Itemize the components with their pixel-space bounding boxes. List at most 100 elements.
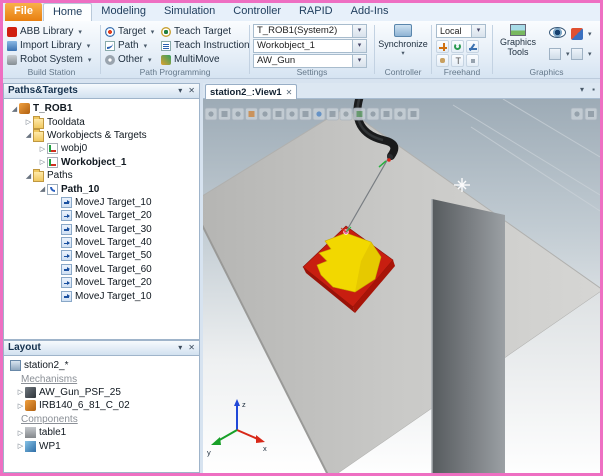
expand-arrow[interactable]: ◢ [24, 131, 33, 139]
expand-arrow[interactable]: ▷ [38, 145, 47, 153]
robotstudio-window: File Home Modeling Simulation Controller… [0, 0, 603, 476]
folder-icon [33, 115, 44, 129]
paths-tree: ◢ T_ROB1 ▷ Tooldata ◢ Workobjects & Targ… [3, 99, 200, 340]
abb-library-button[interactable]: ABB Library [7, 25, 82, 38]
table-leg[interactable] [432, 199, 505, 473]
part-icon [25, 440, 36, 452]
layers-icon [549, 47, 561, 60]
expand-arrow[interactable]: ▷ [16, 402, 25, 410]
graphics-tools-button[interactable]: Graphics Tools [495, 24, 541, 57]
workobject-icon [47, 156, 58, 168]
tree-item-paths[interactable]: ◢ Paths [4, 169, 199, 183]
layout-tree: station2_* Mechanisms ▷ AW_Gun_PSF_25 ▷ … [3, 356, 200, 473]
expand-arrow[interactable]: ◢ [38, 185, 47, 193]
tool-select[interactable]: AW_Gun [253, 54, 367, 68]
task-select[interactable]: T_ROB1(System2) [253, 24, 367, 38]
tree-item-wobj0[interactable]: ▷ wobj0 [4, 142, 199, 155]
paint-icon [571, 27, 583, 40]
path-button[interactable]: Path [105, 39, 147, 52]
expand-arrow[interactable]: ◢ [10, 105, 19, 113]
abb-icon [7, 26, 17, 37]
freehand-jog-joint-icon[interactable] [466, 40, 479, 53]
group-graphics: Graphics Tools Graphics [493, 21, 600, 78]
tree-item-move-instruction[interactable]: MoveL Target_60 [4, 263, 199, 276]
tree-item-t-rob1[interactable]: ◢ T_ROB1 [4, 102, 199, 115]
synchronize-button[interactable]: Synchronize ▾ [377, 21, 429, 57]
tree-item-tooldata[interactable]: ▷ Tooldata [4, 115, 199, 129]
teach-instruction-icon [161, 40, 171, 51]
expand-arrow[interactable]: ▷ [24, 118, 33, 126]
tree-item-path-10[interactable]: ◢ Path_10 [4, 182, 199, 195]
table-icon [25, 427, 36, 439]
close-icon[interactable]: ✕ [286, 86, 293, 99]
tab-controller[interactable]: Controller [224, 3, 290, 21]
tab-addins[interactable]: Add-Ins [342, 3, 398, 21]
tree-item-workobject-1[interactable]: ▷ Workobject_1 [4, 156, 199, 169]
expand-arrow[interactable]: ▷ [16, 429, 25, 437]
graphics-viewport[interactable]: z x y [190, 89, 600, 473]
import-library-button[interactable]: Import Library [7, 39, 90, 52]
expand-arrow[interactable]: ◢ [24, 172, 33, 180]
tree-item-move-instruction[interactable]: MoveJ Target_10 [4, 196, 199, 209]
robot-system-button[interactable]: Robot System [7, 53, 91, 66]
panel-menu-icon[interactable]: ▾ [178, 341, 182, 355]
graphics-option-2-button[interactable] [571, 47, 592, 60]
freehand-rotate-icon[interactable] [451, 40, 464, 53]
group-path-programming: Target Path Other Teach Target Teach Ins… [101, 21, 250, 78]
move-instruction-icon [61, 250, 72, 262]
workobject-select[interactable]: Workobject_1 [253, 39, 367, 53]
view-settings-icon [571, 47, 583, 60]
tree-item-move-instruction[interactable]: MoveL Target_30 [4, 223, 199, 236]
tab-simulation[interactable]: Simulation [155, 3, 224, 21]
group-label-build-station: Build Station [27, 67, 76, 77]
tree-item-move-instruction[interactable]: MoveL Target_50 [4, 249, 199, 262]
tree-item-move-instruction[interactable]: MoveL Target_40 [4, 236, 199, 249]
expand-arrow[interactable]: ▷ [16, 388, 25, 396]
target-button[interactable]: Target [105, 25, 154, 38]
tab-file[interactable]: File [5, 3, 42, 21]
multimove-button[interactable]: MultiMove [161, 53, 220, 66]
station-icon [10, 360, 21, 372]
panel-menu-icon[interactable]: ▾ [178, 84, 182, 98]
teach-instruction-button[interactable]: Teach Instruction [161, 39, 250, 52]
expand-arrow[interactable]: ▷ [16, 442, 25, 450]
tree-item-workobjects-targets[interactable]: ◢ Workobjects & Targets [4, 128, 199, 142]
teach-target-icon [161, 26, 171, 37]
other-button[interactable]: Other [105, 53, 152, 66]
gear-icon [105, 54, 115, 65]
graphics-option-1-button[interactable] [549, 47, 570, 60]
tree-item-irb140[interactable]: ▷ IRB140_6_81_C_02 [4, 399, 199, 412]
viewport-tab-bar: station2_:View1 ✕ ▾ ▪ [203, 83, 600, 99]
freehand-move-icon[interactable] [436, 40, 449, 53]
viewport-menu-icon[interactable]: ▾ [580, 85, 584, 94]
tab-modeling[interactable]: Modeling [92, 3, 155, 21]
tree-item-station[interactable]: station2_* [4, 359, 199, 372]
paint-button[interactable] [571, 27, 592, 40]
group-label-settings: Settings [296, 67, 328, 77]
tree-item-aw-gun[interactable]: ▷ AW_Gun_PSF_25 [4, 386, 199, 399]
freehand-reorient-icon[interactable] [466, 54, 479, 67]
panel-close-icon[interactable]: ✕ [188, 84, 195, 98]
tree-item-move-instruction[interactable]: MoveL Target_20 [4, 209, 199, 222]
freehand-hand-icon[interactable] [436, 54, 449, 67]
tree-item-wp1[interactable]: ▷ WP1 [4, 439, 199, 452]
multimove-icon [161, 54, 171, 65]
viewport-tab[interactable]: station2_:View1 ✕ [205, 84, 298, 99]
freehand-reference-select[interactable]: Local [436, 24, 486, 38]
group-label-freehand: Freehand [443, 67, 481, 77]
freehand-jog-linear-icon[interactable] [451, 54, 464, 67]
viewport-dock-icon[interactable]: ▪ [592, 85, 595, 94]
move-instruction-icon [61, 210, 72, 222]
panel-close-icon[interactable]: ✕ [188, 341, 195, 355]
tab-home[interactable]: Home [42, 3, 93, 21]
group-settings: T_ROB1(System2) Workobject_1 AW_Gun Sett… [250, 21, 374, 78]
tree-item-move-instruction[interactable]: MoveL Target_20 [4, 276, 199, 289]
tree-item-table1[interactable]: ▷ table1 [4, 426, 199, 439]
group-freehand: Local Freehand [432, 21, 492, 78]
show-hide-eye-icon[interactable] [549, 27, 566, 38]
expand-arrow[interactable]: ▷ [38, 158, 47, 166]
teach-target-button[interactable]: Teach Target [161, 25, 231, 38]
tab-rapid[interactable]: RAPID [290, 3, 342, 21]
layout-panel-header: Layout ✕ ▾ [3, 340, 200, 356]
tree-item-move-instruction[interactable]: MoveJ Target_10 [4, 289, 199, 302]
